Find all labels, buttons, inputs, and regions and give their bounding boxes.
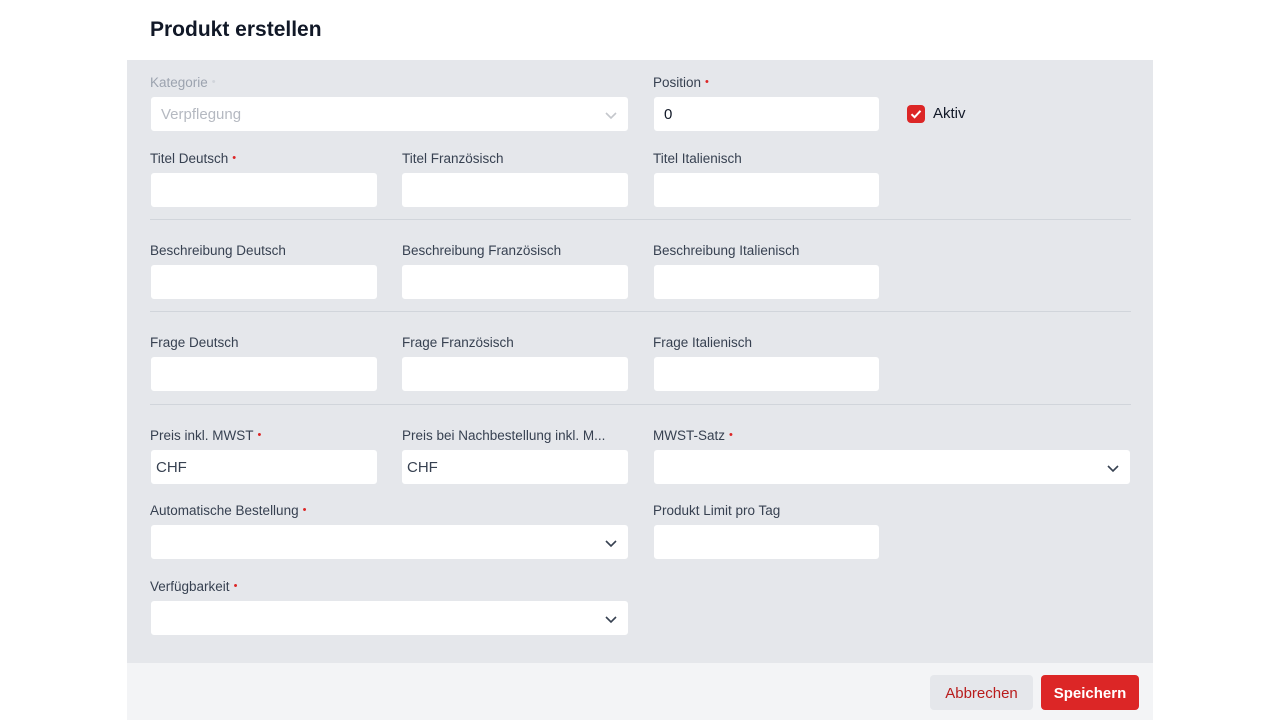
category-select-value: Verpflegung — [161, 106, 242, 123]
price-label: Preis inkl. MWST • — [150, 428, 262, 443]
form-body: Kategorie • Verpflegung Position • 0 Titel… — [127, 60, 1153, 663]
title-de-label: Titel Deutsch • — [150, 151, 237, 166]
daily-limit-label: Produkt Limit pro Tag — [653, 503, 781, 518]
title-it-input[interactable] — [653, 172, 880, 208]
title-fr-label: Titel Französisch — [402, 151, 504, 166]
auto-order-label: Automatische Bestellung • — [150, 503, 307, 518]
daily-limit-input[interactable] — [653, 524, 880, 560]
vat-rate-select[interactable] — [653, 449, 1131, 485]
reorder-price-input[interactable]: CHF — [401, 449, 629, 485]
required-marker: • — [233, 580, 238, 592]
question-fr-input[interactable] — [401, 356, 629, 392]
cancel-button[interactable]: Abbrechen — [930, 675, 1033, 710]
active-checkbox[interactable] — [907, 105, 925, 123]
availability-select[interactable] — [150, 600, 629, 636]
chevron-down-icon — [605, 112, 617, 120]
position-input[interactable]: 0 — [653, 96, 880, 132]
dialog-title: Produkt erstellen — [150, 18, 322, 41]
question-de-input[interactable] — [150, 356, 378, 392]
reorder-price-label: Preis bei Nachbestellung inkl. M... — [402, 428, 606, 443]
category-label: Kategorie • — [150, 75, 216, 90]
required-marker: • — [729, 429, 733, 441]
position-label: Position • — [653, 75, 709, 90]
question-de-label: Frage Deutsch — [150, 335, 239, 350]
section-divider — [150, 311, 1131, 312]
question-fr-label: Frage Französisch — [402, 335, 514, 350]
category-select[interactable]: Verpflegung — [150, 96, 629, 132]
chevron-down-icon — [605, 616, 617, 624]
desc-fr-input[interactable] — [401, 264, 629, 300]
required-marker: • — [705, 76, 709, 88]
question-it-label: Frage Italienisch — [653, 335, 753, 350]
section-divider — [150, 404, 1131, 405]
position-input-value: 0 — [664, 106, 673, 123]
product-create-dialog: Produkt erstellen Kategorie • Verpflegung… — [127, 0, 1153, 720]
desc-fr-label: Beschreibung Französisch — [402, 243, 562, 258]
save-button[interactable]: Speichern — [1041, 675, 1139, 710]
question-it-input[interactable] — [653, 356, 880, 392]
desc-de-label: Beschreibung Deutsch — [150, 243, 286, 258]
active-checkbox-label[interactable]: Aktiv — [933, 105, 966, 122]
currency-prefix: CHF — [156, 459, 187, 476]
checkmark-icon — [910, 110, 922, 119]
required-marker: • — [302, 504, 307, 516]
title-it-label: Titel Italienisch — [653, 151, 742, 166]
currency-prefix: CHF — [407, 459, 438, 476]
required-marker: • — [257, 429, 262, 441]
section-divider — [150, 219, 1131, 220]
required-marker: • — [232, 152, 237, 164]
price-input[interactable]: CHF — [150, 449, 378, 485]
desc-de-input[interactable] — [150, 264, 378, 300]
desc-it-label: Beschreibung Italienisch — [653, 243, 800, 258]
chevron-down-icon — [1107, 465, 1119, 473]
required-marker: • — [211, 76, 216, 88]
auto-order-select[interactable] — [150, 524, 629, 560]
desc-it-input[interactable] — [653, 264, 880, 300]
availability-label: Verfügbarkeit • — [150, 579, 238, 594]
chevron-down-icon — [605, 540, 617, 548]
title-de-input[interactable] — [150, 172, 378, 208]
title-fr-input[interactable] — [401, 172, 629, 208]
vat-rate-label: MWST-Satz • — [653, 428, 733, 443]
